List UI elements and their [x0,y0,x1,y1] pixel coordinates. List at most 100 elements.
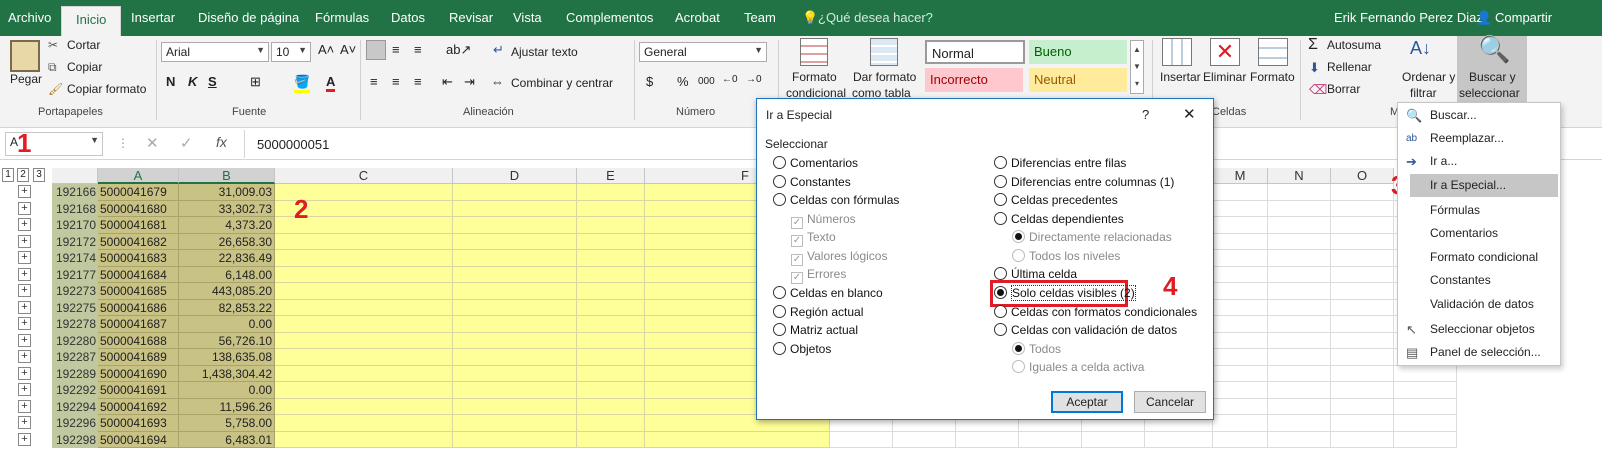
expand-group-icon[interactable]: + [18,333,31,347]
font-color-icon[interactable]: A [326,74,336,92]
cell[interactable] [1268,316,1331,333]
shrink-font-icon[interactable]: A˅ [340,42,356,57]
cell[interactable] [1331,382,1394,399]
cell-b[interactable]: 22,836.49 [179,250,275,267]
cell-a[interactable]: 5000041689 [98,349,179,366]
cell-highlighted[interactable] [453,382,577,399]
cell-b[interactable]: 31,009.03 [179,184,275,201]
cell[interactable] [1268,398,1331,415]
cell-highlighted[interactable] [577,431,645,448]
cell[interactable] [1331,415,1394,432]
col-header-c[interactable]: C [275,168,453,184]
cell[interactable] [893,431,956,448]
tab-inicio[interactable]: Inicio [61,6,122,36]
tab-datos[interactable]: Datos [391,10,425,25]
increase-indent-icon[interactable]: ⇥ [464,74,475,90]
cell-highlighted[interactable] [577,266,645,283]
cell-a[interactable]: 5000041690 [98,365,179,382]
row-header[interactable]: 192168 [52,200,98,217]
cell-b[interactable]: 56,726.10 [179,332,275,349]
cell-highlighted[interactable] [453,431,577,448]
cell[interactable] [1331,349,1394,366]
cell-highlighted[interactable] [275,398,453,415]
cell[interactable] [1213,266,1268,283]
find-select-label-2[interactable]: seleccionar [1459,86,1520,100]
cell[interactable] [1331,299,1394,316]
format-as-table-label-1[interactable]: Dar formato [853,70,916,84]
cell-a[interactable]: 5000041693 [98,415,179,432]
cell[interactable] [1331,217,1394,234]
col-header-m[interactable]: M [1213,168,1268,184]
option-solo-celdas-visibles[interactable]: Solo celdas visibles (2) [994,285,1136,301]
row-header[interactable]: 192296 [52,415,98,432]
check-valores-logicos[interactable]: ✓ Valores lógicos [791,249,887,266]
option-formatos-condicionales[interactable]: Celdas con formatos condicionales [994,305,1197,319]
sort-filter-label-1[interactable]: Ordenar y [1402,70,1455,84]
cell-highlighted[interactable] [577,349,645,366]
cell-a[interactable]: 5000041683 [98,250,179,267]
cell-highlighted[interactable] [577,398,645,415]
cell-highlighted[interactable] [577,316,645,333]
cell[interactable] [1145,431,1213,448]
option-iguales-celda-activa[interactable]: Iguales a celda activa [1012,360,1144,374]
cell-highlighted[interactable] [275,431,453,448]
menu-item-buscar[interactable]: 🔍 Buscar... [1398,104,1560,127]
cell-highlighted[interactable] [453,200,577,217]
option-validacion-datos[interactable]: Celdas con validación de datos [994,323,1177,337]
grow-font-icon[interactable]: A˄ [318,42,334,57]
borders-icon[interactable]: ⊞ [250,74,261,90]
cell-highlighted[interactable] [275,283,453,300]
cut-button[interactable]: Cortar [67,38,100,52]
cell-a[interactable]: 5000041681 [98,217,179,234]
expand-group-icon[interactable]: + [18,383,31,396]
cell-b[interactable]: 82,853.22 [179,299,275,316]
expand-group-icon[interactable]: + [18,218,31,231]
menu-item-panel-seleccion[interactable]: ▤ Panel de selección... [1398,341,1560,364]
row-header[interactable]: 192174 [52,250,98,267]
style-bueno[interactable]: Bueno [1029,40,1127,64]
cell[interactable] [1019,431,1082,448]
share-user-icon[interactable]: 👤 [1476,10,1492,26]
cell-b[interactable]: 26,658.30 [179,233,275,250]
cell[interactable] [1394,431,1457,448]
row-header[interactable]: 192273 [52,283,98,300]
cell-highlighted[interactable] [453,415,577,432]
cell[interactable] [1213,217,1268,234]
cell[interactable] [1331,250,1394,267]
align-center-icon[interactable]: ≡ [392,74,400,89]
check-errores[interactable]: ✓ Errores [791,267,846,284]
sort-filter-label-2[interactable]: filtrar [1410,86,1437,100]
cell[interactable] [1331,283,1394,300]
delete-cells-icon[interactable]: ✕ [1210,38,1240,66]
option-objetos[interactable]: Objetos [773,342,831,356]
cell[interactable] [1268,332,1331,349]
italic-button[interactable]: K [188,74,197,89]
cell-highlighted[interactable] [577,382,645,399]
expand-group-icon[interactable]: + [18,284,31,297]
format-painter-button[interactable]: Copiar formato [67,82,146,96]
cell-highlighted[interactable] [453,349,577,366]
option-celdas-formulas[interactable]: Celdas con fórmulas [773,193,899,207]
align-left-icon[interactable]: ≡ [370,74,378,89]
cell[interactable] [1331,365,1394,382]
cell-highlighted[interactable] [275,332,453,349]
cell[interactable] [1331,398,1394,415]
cell-highlighted[interactable] [577,233,645,250]
cell[interactable] [1394,365,1457,382]
format-cells-button[interactable]: Formato [1250,70,1295,84]
cancel-formula-icon[interactable]: ✕ [146,134,159,152]
paste-button[interactable]: Pegar [10,72,42,86]
cell-highlighted[interactable] [577,283,645,300]
cell-highlighted[interactable] [453,217,577,234]
select-all-corner[interactable] [52,168,98,184]
expand-group-icon[interactable]: + [18,185,31,198]
tab-revisar[interactable]: Revisar [449,10,493,25]
cell-a[interactable]: 5000041687 [98,316,179,333]
styles-scroll-icon[interactable]: ▲ ▼ ▾ [1130,40,1144,94]
cell[interactable] [1394,415,1457,432]
option-matriz-actual[interactable]: Matriz actual [773,323,858,337]
cell-b[interactable]: 5,758.00 [179,415,275,432]
cell-b[interactable]: 0.00 [179,316,275,333]
cell[interactable] [1268,431,1331,448]
cell[interactable] [1268,217,1331,234]
